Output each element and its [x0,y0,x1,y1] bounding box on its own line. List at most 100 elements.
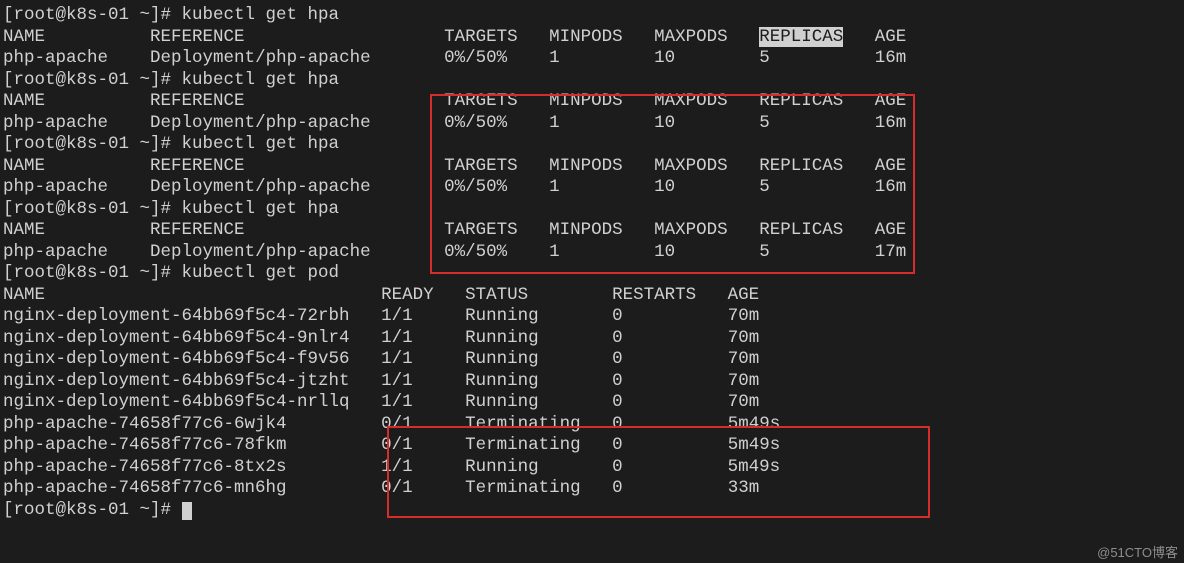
pod-ready: 1/1 [381,392,413,412]
pod-restarts: 0 [612,306,623,326]
pod-header-age: AGE [728,285,760,305]
hpa-header-rep: REPLICAS [759,91,843,111]
pod-name: nginx-deployment-64bb69f5c4-9nlr4 [3,328,350,348]
pod-age: 70m [728,349,760,369]
hpa-header-min: MINPODS [549,220,623,240]
prompt: [root@k8s-01 ~]# [3,199,182,219]
pod-name: nginx-deployment-64bb69f5c4-nrllq [3,392,350,412]
hpa-row-name: php-apache [3,242,108,262]
hpa-header-name: NAME [3,220,45,240]
hpa-row-ref: Deployment/php-apache [150,177,371,197]
pod-name: nginx-deployment-64bb69f5c4-jtzht [3,371,350,391]
pod-ready: 0/1 [381,478,413,498]
hpa-header-ref: REFERENCE [150,27,245,47]
pod-status: Running [465,328,539,348]
hpa-row-min: 1 [549,177,560,197]
pod-name: php-apache-74658f77c6-78fkm [3,435,287,455]
hpa-header-max: MAXPODS [654,91,728,111]
watermark-text: @51CTO博客 [1097,545,1178,561]
hpa-row-ref: Deployment/php-apache [150,48,371,68]
pod-ready: 0/1 [381,414,413,434]
hpa-header-ref: REFERENCE [150,91,245,111]
terminal-output[interactable]: [root@k8s-01 ~]# kubectl get hpa NAME RE… [3,5,906,521]
hpa-row-max: 10 [654,242,675,262]
pod-ready: 1/1 [381,328,413,348]
command-text: kubectl get hpa [182,134,340,154]
hpa-row-rep: 5 [759,177,770,197]
hpa-header-ref: REFERENCE [150,220,245,240]
prompt: [root@k8s-01 ~]# [3,5,182,25]
hpa-row-age: 16m [875,177,907,197]
hpa-header-min: MINPODS [549,27,623,47]
prompt: [root@k8s-01 ~]# [3,500,182,520]
prompt: [root@k8s-01 ~]# [3,134,182,154]
hpa-row-min: 1 [549,113,560,133]
pod-status: Terminating [465,435,581,455]
hpa-row-ref: Deployment/php-apache [150,113,371,133]
hpa-row-age: 16m [875,48,907,68]
pod-age: 5m49s [728,457,781,477]
prompt: [root@k8s-01 ~]# [3,70,182,90]
pod-age: 70m [728,371,760,391]
pod-ready: 0/1 [381,435,413,455]
hpa-header-max: MAXPODS [654,27,728,47]
hpa-header-min: MINPODS [549,156,623,176]
pod-age: 70m [728,328,760,348]
hpa-row-max: 10 [654,113,675,133]
pod-age: 33m [728,478,760,498]
pod-header-restarts: RESTARTS [612,285,696,305]
pod-restarts: 0 [612,392,623,412]
pod-ready: 1/1 [381,306,413,326]
hpa-row-age: 17m [875,242,907,262]
pod-ready: 1/1 [381,349,413,369]
hpa-row-tgt: 0%/50% [444,242,507,262]
hpa-header-age: AGE [875,91,907,111]
hpa-header-age: AGE [875,27,907,47]
pod-restarts: 0 [612,414,623,434]
pod-status: Running [465,392,539,412]
hpa-row-name: php-apache [3,48,108,68]
hpa-header-ref: REFERENCE [150,156,245,176]
hpa-header-age: AGE [875,220,907,240]
hpa-header-max: MAXPODS [654,220,728,240]
hpa-row-tgt: 0%/50% [444,177,507,197]
pod-status: Terminating [465,414,581,434]
hpa-row-min: 1 [549,48,560,68]
command-text: kubectl get pod [182,263,340,283]
pod-restarts: 0 [612,349,623,369]
hpa-header-age: AGE [875,156,907,176]
pod-status: Running [465,457,539,477]
hpa-header-tgt: TARGETS [444,91,518,111]
hpa-header-tgt: TARGETS [444,156,518,176]
pod-name: nginx-deployment-64bb69f5c4-72rbh [3,306,350,326]
hpa-header-replicas-selected: REPLICAS [759,27,843,47]
command-text: kubectl get hpa [182,70,340,90]
pod-header-name: NAME [3,285,45,305]
command-text: kubectl get hpa [182,199,340,219]
hpa-row-max: 10 [654,48,675,68]
pod-age: 70m [728,392,760,412]
hpa-row-ref: Deployment/php-apache [150,242,371,262]
pod-restarts: 0 [612,478,623,498]
hpa-header-tgt: TARGETS [444,220,518,240]
hpa-row-max: 10 [654,177,675,197]
hpa-row-age: 16m [875,113,907,133]
pod-restarts: 0 [612,371,623,391]
pod-ready: 1/1 [381,457,413,477]
pod-status: Running [465,306,539,326]
command-text: kubectl get hpa [182,5,340,25]
pod-age: 5m49s [728,414,781,434]
pod-status: Running [465,371,539,391]
pod-restarts: 0 [612,435,623,455]
pod-header-status: STATUS [465,285,528,305]
hpa-row-rep: 5 [759,113,770,133]
pod-age: 5m49s [728,435,781,455]
pod-name: php-apache-74658f77c6-6wjk4 [3,414,287,434]
hpa-header-rep: REPLICAS [759,220,843,240]
hpa-row-tgt: 0%/50% [444,48,507,68]
hpa-header-max: MAXPODS [654,156,728,176]
prompt: [root@k8s-01 ~]# [3,263,182,283]
hpa-row-rep: 5 [759,48,770,68]
hpa-row-name: php-apache [3,113,108,133]
pod-name: nginx-deployment-64bb69f5c4-f9v56 [3,349,350,369]
